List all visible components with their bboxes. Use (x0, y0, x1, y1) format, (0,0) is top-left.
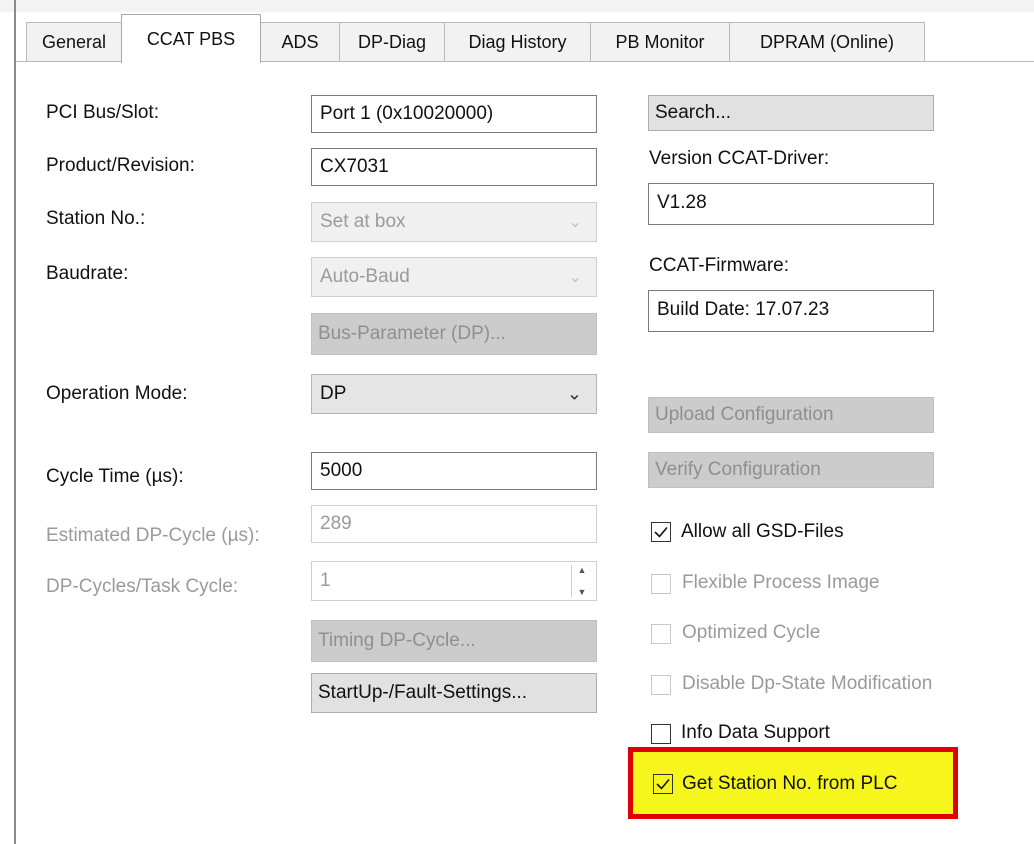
dp-cycles-task-cycle-stepper: 1 ▲ ▼ (311, 561, 597, 601)
chevron-down-icon: ⌄ (568, 214, 582, 231)
tab-label: CCAT PBS (146, 28, 236, 49)
window-top-strip (0, 0, 1034, 12)
label-operation-mode: Operation Mode: (46, 383, 188, 404)
tab-dpram-online[interactable]: DPRAM (Online) (729, 22, 925, 62)
timing-dp-cycle-button: Timing DP-Cycle... (311, 620, 597, 662)
tab-pb-monitor[interactable]: PB Monitor (590, 22, 730, 62)
select-value: Auto-Baud (320, 266, 410, 287)
label-pci-bus-slot: PCI Bus/Slot: (46, 102, 159, 123)
checkbox-label: Disable Dp-State Modification (682, 673, 933, 694)
chevron-down-icon: ⌄ (566, 383, 582, 404)
label-dp-cycles-task-cycle: DP-Cycles/Task Cycle: (46, 576, 239, 597)
tab-dp-diag[interactable]: DP-Diag (339, 22, 445, 62)
tab-label: General (41, 32, 107, 52)
estimated-dp-cycle-field: 289 (311, 505, 597, 543)
station-no-select: Set at box ⌄ (311, 202, 597, 242)
label-product-revision: Product/Revision: (46, 155, 195, 176)
checkbox-label: Optimized Cycle (682, 622, 821, 643)
startup-fault-settings-button[interactable]: StartUp-/Fault-Settings... (311, 673, 597, 713)
checkbox-label: Info Data Support (681, 722, 830, 743)
tab-general[interactable]: General (26, 22, 122, 62)
spin-down-icon: ▼ (577, 587, 587, 597)
get-station-no-from-plc-checkbox[interactable] (653, 774, 673, 794)
field-value: Port 1 (0x10020000) (320, 103, 494, 124)
allow-all-gsd-files-checkbox[interactable] (651, 522, 671, 542)
ccat-firmware-field: Build Date: 17.07.23 (648, 290, 934, 332)
optimized-cycle-checkbox (651, 624, 671, 644)
checkmark-icon (656, 778, 670, 790)
tab-label: Diag History (468, 32, 567, 52)
upload-configuration-button: Upload Configuration (648, 397, 934, 433)
field-value: Build Date: 17.07.23 (657, 299, 830, 320)
pci-bus-slot-field[interactable]: Port 1 (0x10020000) (311, 95, 597, 133)
tab-ads[interactable]: ADS (260, 22, 340, 62)
search-button[interactable]: Search... (648, 95, 934, 131)
field-value: V1.28 (657, 192, 707, 213)
field-value: 5000 (320, 460, 363, 481)
spin-up-icon: ▲ (577, 565, 587, 575)
tab-label: PB Monitor (615, 32, 705, 52)
checkbox-label: Get Station No. from PLC (682, 773, 898, 794)
baudrate-select: Auto-Baud ⌄ (311, 257, 597, 297)
version-ccat-driver-field: V1.28 (648, 183, 934, 225)
chevron-down-icon: ⌄ (568, 269, 582, 286)
operation-mode-select[interactable]: DP ⌄ (311, 374, 597, 414)
select-value: Set at box (320, 211, 406, 232)
field-value: 1 (320, 570, 331, 591)
label-cycle-time: Cycle Time (µs): (46, 466, 184, 487)
checkbox-label: Flexible Process Image (682, 572, 880, 593)
field-value: 289 (320, 513, 352, 534)
tab-label: DPRAM (Online) (759, 32, 895, 52)
spin-buttons: ▲ ▼ (571, 565, 592, 597)
cycle-time-field[interactable]: 5000 (311, 452, 597, 490)
bus-parameter-button: Bus-Parameter (DP)... (311, 313, 597, 355)
label-estimated-dp-cycle: Estimated DP-Cycle (µs): (46, 525, 260, 546)
label-station-no: Station No.: (46, 208, 146, 229)
checkmark-icon (654, 526, 668, 538)
panel-left-border (14, 0, 16, 844)
select-value: DP (320, 383, 347, 404)
disable-dp-state-modification-checkbox (651, 675, 671, 695)
tab-ccat-pbs[interactable]: CCAT PBS (121, 14, 261, 63)
flexible-process-image-checkbox (651, 574, 671, 594)
label-baudrate: Baudrate: (46, 263, 129, 284)
verify-configuration-button: Verify Configuration (648, 452, 934, 488)
label-version-ccat-driver: Version CCAT-Driver: (649, 148, 830, 169)
tab-diag-history[interactable]: Diag History (444, 22, 591, 62)
checkbox-label: Allow all GSD-Files (681, 521, 844, 542)
label-ccat-firmware: CCAT-Firmware: (649, 255, 790, 276)
tab-label: DP-Diag (357, 32, 427, 52)
product-revision-field[interactable]: CX7031 (311, 148, 597, 186)
info-data-support-checkbox[interactable] (651, 724, 671, 744)
field-value: CX7031 (320, 156, 389, 177)
tab-label: ADS (281, 32, 319, 52)
